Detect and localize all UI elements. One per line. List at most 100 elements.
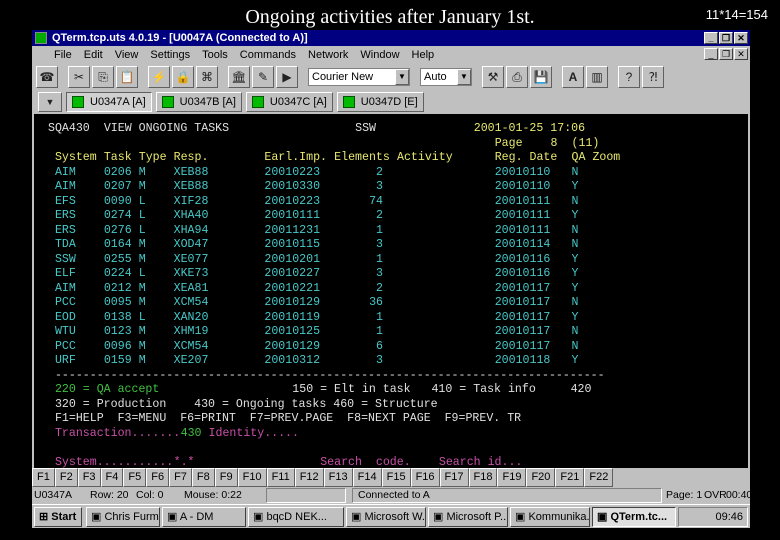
- print-icon[interactable]: ⎙: [506, 66, 528, 88]
- menu-view[interactable]: View: [115, 49, 139, 61]
- fkey-f2[interactable]: F2: [54, 468, 78, 487]
- status-page: Page: 1: [666, 489, 703, 501]
- column-header: Resp.: [173, 151, 209, 164]
- size-select[interactable]: Auto ▼: [420, 68, 472, 86]
- fkey-f15[interactable]: F15: [381, 468, 411, 487]
- terminal-text: WTU: [54, 325, 76, 338]
- taskbar-item[interactable]: ▣ QTerm.tc...: [592, 507, 676, 527]
- fkey-f1[interactable]: F1: [32, 468, 55, 487]
- terminal-text: N: [571, 296, 579, 309]
- save-icon[interactable]: 💾: [530, 66, 552, 88]
- menu-settings[interactable]: Settings: [150, 49, 190, 61]
- terminal-text: XEB88: [173, 180, 209, 193]
- edit-icon[interactable]: ✎: [252, 66, 274, 88]
- menu-network[interactable]: Network: [308, 49, 348, 61]
- fkey-f13[interactable]: F13: [323, 468, 353, 487]
- terminal-text: Y: [571, 267, 579, 280]
- menu-option: 220 = QA accept: [54, 383, 160, 396]
- terminal-text: 20010111: [494, 194, 551, 208]
- host-icon[interactable]: 🏛: [228, 66, 250, 88]
- terminal-screen[interactable]: SQA430 VIEW ONGOING TASKS SSW 2001-01-25 17…: [34, 114, 748, 469]
- context-help-icon[interactable]: ⁈: [642, 66, 664, 88]
- taskbar-item[interactable]: ▣ Microsoft P...: [428, 507, 508, 527]
- fkey-f14[interactable]: F14: [352, 468, 382, 487]
- fkey-f6[interactable]: F6: [146, 468, 170, 487]
- connect-icon[interactable]: ☎: [36, 66, 58, 88]
- start-button[interactable]: ⊞ Start: [34, 507, 82, 527]
- child-close-button[interactable]: ✕: [734, 48, 748, 60]
- status-bar: U0347A Row: 20 Col: 0 Mouse: 0:22 Connec…: [32, 487, 752, 504]
- font-icon[interactable]: A: [562, 66, 584, 88]
- column-header: QA: [571, 151, 586, 164]
- cut-icon[interactable]: ✂: [68, 66, 90, 88]
- column-header: Reg. Date: [494, 151, 558, 164]
- session-tab[interactable]: U0347B [A]: [155, 92, 242, 112]
- fkey-f9[interactable]: F9: [214, 468, 238, 487]
- taskbar-item[interactable]: ▣ A - DM: [162, 507, 246, 527]
- menu-window[interactable]: Window: [360, 49, 399, 61]
- menu-tools[interactable]: Tools: [202, 49, 228, 61]
- minimize-button[interactable]: _: [704, 32, 718, 44]
- session-tab[interactable]: U0347A [A]: [66, 92, 152, 112]
- status-col: Col: 0: [136, 489, 164, 501]
- fkey-f10[interactable]: F10: [237, 468, 267, 487]
- child-minimize-button[interactable]: _: [704, 48, 718, 60]
- session-tab[interactable]: U0347D [E]: [336, 92, 424, 112]
- fkey-f4[interactable]: F4: [100, 468, 124, 487]
- datetime: 2001-01-25 17:06: [473, 122, 586, 135]
- identity-label: Identity.....: [208, 426, 299, 440]
- fkey-f18[interactable]: F18: [468, 468, 498, 487]
- menu-file[interactable]: File: [54, 49, 72, 61]
- tools-icon[interactable]: ⚒: [482, 66, 504, 88]
- close-button[interactable]: ✕: [734, 32, 748, 44]
- elements: 3: [376, 267, 384, 280]
- menu-options: 320 = Production 430 = Ongoing tasks 460…: [54, 397, 438, 411]
- taskbar-item[interactable]: ▣ Kommunika...: [510, 507, 590, 527]
- menu-commands[interactable]: Commands: [240, 49, 296, 61]
- fkey-f22[interactable]: F22: [584, 468, 614, 487]
- child-restore-button[interactable]: ❐: [719, 48, 733, 60]
- terminal-text: Y: [571, 180, 579, 193]
- menu-help[interactable]: Help: [412, 49, 435, 61]
- session-tab[interactable]: U0347C [A]: [245, 92, 333, 112]
- fkey-f20[interactable]: F20: [526, 468, 556, 487]
- fkey-f16[interactable]: F16: [410, 468, 440, 487]
- elements: 1: [376, 325, 384, 338]
- terminal-text: 20010117: [494, 281, 551, 295]
- taskbar-item[interactable]: ▣ Microsoft W...: [346, 507, 426, 527]
- chart-icon[interactable]: ▥: [586, 66, 608, 88]
- taskbar-item[interactable]: ▣ Chris Furme...: [86, 507, 160, 527]
- fkey-f21[interactable]: F21: [555, 468, 585, 487]
- paste-icon[interactable]: 📋: [116, 66, 138, 88]
- play-icon[interactable]: ▶: [276, 66, 298, 88]
- maximize-button[interactable]: ❐: [719, 32, 733, 44]
- windows-logo-icon: ⊞: [39, 511, 49, 523]
- fkey-f7[interactable]: F7: [169, 468, 192, 487]
- terminal-text: Y: [571, 281, 579, 295]
- terminal-text: XEA81: [173, 281, 209, 295]
- fkey-f17[interactable]: F17: [439, 468, 469, 487]
- tree-icon[interactable]: ⌘: [196, 66, 218, 88]
- function-key-bar: F1 F2 F3 F4 F5 F6 F7 F8 F9 F10 F11 F12 F13 F14 F15 F16 F…: [32, 468, 614, 487]
- terminal-text: 20010111: [264, 209, 321, 222]
- terminal-text: 20010117: [494, 310, 551, 324]
- font-select[interactable]: Courier New ▼: [308, 68, 410, 86]
- terminal-text: M: [138, 252, 146, 266]
- lightning-icon[interactable]: ⚡: [148, 66, 170, 88]
- session-dropdown-icon[interactable]: ▼: [38, 92, 62, 112]
- menu-edit[interactable]: Edit: [84, 49, 103, 61]
- elements: 3: [376, 354, 384, 367]
- fkey-f19[interactable]: F19: [497, 468, 527, 487]
- fkey-f11[interactable]: F11: [266, 468, 295, 487]
- terminal-text: SSW: [54, 252, 76, 266]
- taskbar-item[interactable]: ▣ bqcD NEK...: [248, 507, 344, 527]
- help-icon[interactable]: ?: [618, 66, 640, 88]
- copy-icon[interactable]: ⎘: [92, 66, 114, 88]
- fkey-f5[interactable]: F5: [123, 468, 147, 487]
- elements: 2: [376, 165, 384, 179]
- lock-icon[interactable]: 🔒: [172, 66, 194, 88]
- fkey-f12[interactable]: F12: [294, 468, 324, 487]
- fkey-f3[interactable]: F3: [77, 468, 101, 487]
- fkey-f8[interactable]: F8: [191, 468, 215, 487]
- column-header: Type: [138, 151, 167, 164]
